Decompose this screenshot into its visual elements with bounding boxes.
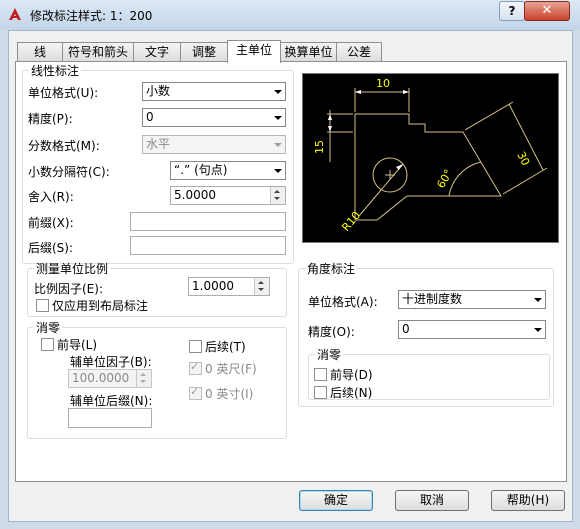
fraction-format-label: 分数格式(M): — [28, 139, 100, 153]
window-title: 修改标注样式: 1：200 — [30, 9, 153, 23]
input-value: 1.0000 — [192, 279, 234, 293]
preview-dim-right: 30 — [514, 149, 532, 167]
chevron-down-icon — [534, 328, 542, 332]
prefix-input[interactable] — [130, 212, 286, 231]
unit-format-select[interactable]: 小数 — [142, 82, 286, 101]
spin-down-icon — [274, 197, 280, 200]
help-title-button[interactable]: ? — [499, 1, 525, 21]
preview-dim-left: 15 — [313, 140, 326, 154]
spin-up-icon — [274, 190, 280, 193]
combo-value: 0 — [146, 110, 154, 124]
combo-value: 十进制度数 — [402, 292, 463, 306]
unit-format-label: 单位格式(U): — [28, 86, 99, 100]
spin-up-icon — [258, 281, 264, 284]
spinner[interactable] — [254, 278, 269, 295]
help-button[interactable]: 帮助(H) — [491, 490, 565, 511]
combo-value: 0 — [402, 322, 410, 336]
decimal-separator-select[interactable]: “.” (句点) — [170, 161, 286, 180]
round-off-label: 舍入(R): — [28, 190, 74, 204]
preview-dim-angle: 60° — [434, 167, 455, 190]
group-title: 消零 — [317, 348, 342, 362]
input-value: 100.0000 — [72, 371, 130, 385]
fraction-format-select[interactable]: 水平 — [142, 135, 286, 154]
angular-precision-label: 精度(O): — [308, 325, 355, 339]
chevron-down-icon — [274, 90, 282, 94]
chevron-down-icon — [534, 298, 542, 302]
group-title: 角度标注 — [307, 262, 356, 276]
spin-up-icon — [140, 373, 146, 376]
sub-unit-suffix-input[interactable] — [68, 408, 152, 428]
scale-factor-input[interactable]: 1.0000 — [188, 277, 270, 296]
angular-trailing-zero-label: 后续(N) — [330, 386, 373, 400]
zero-feet-checkbox[interactable] — [189, 360, 202, 375]
ok-button[interactable]: 确定 — [299, 490, 373, 511]
combo-value: 水平 — [146, 137, 171, 151]
preview-dim-radius: R10 — [339, 209, 363, 234]
sub-unit-suffix-label: 辅单位后缀(N): — [70, 394, 153, 408]
spin-down-icon — [140, 380, 146, 383]
suffix-label: 后缀(S): — [28, 241, 74, 255]
tab-tolerances[interactable]: 公差 — [336, 42, 382, 62]
tab-symbols-arrows[interactable]: 符号和箭头 — [62, 42, 134, 62]
combo-value: 小数 — [146, 84, 171, 98]
angular-trailing-zero-checkbox[interactable] — [314, 386, 327, 399]
group-title: 测量单位比例 — [36, 262, 109, 276]
close-button[interactable]: ✕ — [524, 1, 570, 21]
group-title: 消零 — [36, 321, 61, 335]
layout-only-label: 仅应用到布局标注 — [52, 299, 149, 313]
preview-ext-line — [502, 167, 548, 195]
autocad-app-icon — [7, 6, 23, 22]
trailing-zero-checkbox[interactable] — [189, 340, 202, 353]
angular-leading-zero-label: 前导(D) — [330, 368, 373, 382]
preview-arrow — [328, 126, 332, 132]
precision-select[interactable]: 0 — [142, 108, 286, 127]
group-title: 线性标注 — [31, 64, 80, 78]
tab-primary-units[interactable]: 主单位 — [227, 40, 281, 63]
sub-unit-factor-input[interactable]: 100.0000 — [68, 369, 152, 388]
sub-unit-factor-label: 辅单位因子(B): — [70, 355, 152, 369]
input-value: 5.0000 — [174, 188, 216, 202]
preview-dim-top: 10 — [376, 77, 390, 90]
leading-zero-checkbox[interactable] — [41, 338, 54, 351]
preview-ext-line — [464, 101, 514, 131]
spinner[interactable] — [270, 187, 285, 204]
leading-zero-label: 前导(L) — [57, 338, 98, 352]
suffix-input[interactable] — [130, 236, 286, 255]
tab-lines[interactable]: 线 — [17, 42, 63, 62]
tab-alternate-units[interactable]: 换算单位 — [280, 42, 337, 62]
preview-arrow — [396, 164, 403, 170]
prefix-label: 前缀(X): — [28, 216, 74, 230]
scale-factor-label: 比例因子(E): — [34, 282, 103, 296]
dimension-preview: 10 15 30 R10 60° — [302, 73, 559, 243]
preview-arrow — [355, 90, 361, 94]
preview-arrow — [403, 90, 409, 94]
angular-leading-zero-checkbox[interactable] — [314, 368, 327, 381]
decimal-separator-label: 小数分隔符(C): — [28, 165, 110, 179]
precision-label: 精度(P): — [28, 112, 73, 126]
preview-arrow — [328, 114, 332, 120]
combo-value: “.” (句点) — [174, 163, 228, 177]
spinner[interactable] — [136, 370, 151, 387]
layout-only-checkbox[interactable] — [36, 299, 49, 312]
tab-fit[interactable]: 调整 — [180, 42, 228, 62]
chevron-down-icon — [274, 169, 282, 173]
round-off-input[interactable]: 5.0000 — [170, 186, 286, 205]
zero-inches-label: 0 英寸(I) — [205, 387, 254, 401]
cancel-button[interactable]: 取消 — [395, 490, 469, 511]
zero-feet-label: 0 英尺(F) — [205, 362, 257, 376]
preview-radius-leader — [358, 163, 404, 217]
angular-unit-format-select[interactable]: 十进制度数 — [398, 290, 546, 309]
angular-precision-select[interactable]: 0 — [398, 320, 546, 339]
angular-unit-format-label: 单位格式(A): — [308, 295, 378, 309]
tab-text[interactable]: 文字 — [133, 42, 181, 62]
chevron-down-icon — [274, 143, 282, 147]
chevron-down-icon — [274, 116, 282, 120]
zero-inches-checkbox[interactable] — [189, 385, 202, 400]
spin-down-icon — [258, 288, 264, 291]
preview-angle-arc — [448, 161, 482, 197]
trailing-zero-label: 后续(T) — [205, 340, 246, 354]
preview-part-outline — [354, 113, 502, 221]
